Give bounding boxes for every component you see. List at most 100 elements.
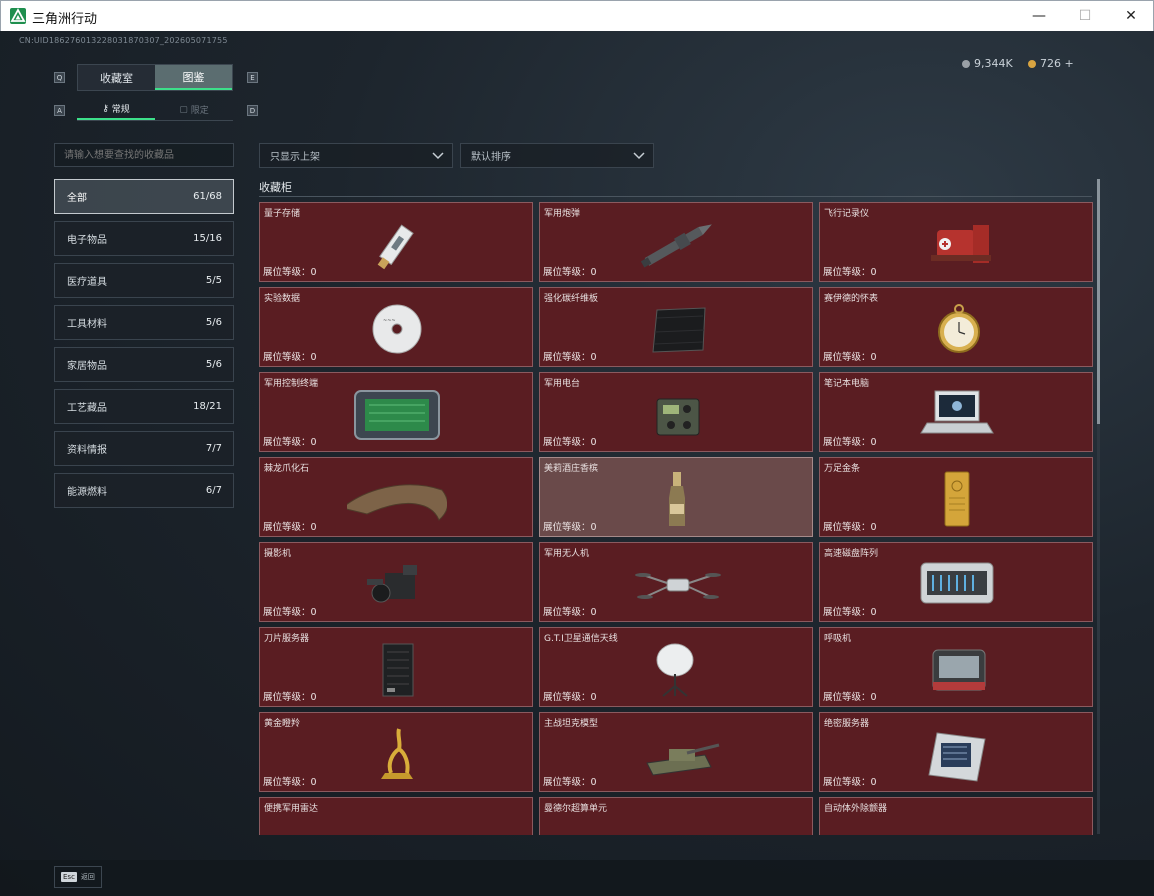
- item-level: 展位等级：0: [263, 437, 317, 448]
- category-item[interactable]: 资料情报 7/7: [54, 431, 234, 466]
- category-label: 电子物品: [67, 235, 107, 246]
- collection-item-card[interactable]: 赛伊德的怀表 展位等级：0: [819, 287, 1093, 367]
- collection-item-card[interactable]: 军用电台 展位等级：0: [539, 372, 813, 452]
- item-level: 展位等级：0: [263, 352, 317, 363]
- collection-item-card[interactable]: 军用炮弹 展位等级：0: [539, 202, 813, 282]
- collection-item-card[interactable]: 笔记本电脑展位等级：0: [819, 372, 1093, 452]
- currency-gold-value: 726 +: [1040, 57, 1074, 70]
- category-item[interactable]: 工具材料 5/6: [54, 305, 234, 340]
- category-item[interactable]: 家居物品 5/6: [54, 347, 234, 382]
- radar-icon: [347, 808, 447, 835]
- compute-unit-icon: [627, 808, 727, 835]
- defibrillator-icon: [907, 808, 1007, 835]
- disk-array-icon: [920, 562, 994, 604]
- claw-fossil-icon: [347, 484, 447, 521]
- collection-item-card[interactable]: 绝密服务器 展位等级：0: [819, 712, 1093, 792]
- key-d-hint[interactable]: D: [247, 105, 258, 116]
- item-name: 赛伊德的怀表: [824, 294, 879, 304]
- item-name: 刀片服务器: [264, 634, 310, 644]
- subtab-limited[interactable]: ▢ 限定: [155, 99, 233, 120]
- category-item[interactable]: 电子物品 15/16: [54, 221, 234, 256]
- item-level: 展位等级：0: [823, 692, 877, 703]
- key-e-hint[interactable]: E: [247, 72, 258, 83]
- item-name: 军用控制终端: [264, 379, 319, 389]
- maximize-button[interactable]: ☐: [1062, 1, 1108, 31]
- category-item[interactable]: 医疗道具 5/5: [54, 263, 234, 298]
- gold-gazelle-icon: [381, 728, 413, 779]
- collection-item-card[interactable]: 黄金瞪羚 展位等级：0: [259, 712, 533, 792]
- display-filter-dropdown[interactable]: 只显示上架: [259, 143, 453, 168]
- category-count: 7/7: [205, 443, 222, 454]
- disc-icon: ~~~: [372, 304, 422, 354]
- sort-value: 默认排序: [471, 152, 511, 163]
- collection-item-card[interactable]: 刀片服务器展位等级：0: [259, 627, 533, 707]
- category-label: 全部: [67, 193, 87, 204]
- collection-item-card[interactable]: 军用无人机 展位等级：0: [539, 542, 813, 622]
- item-name: 主战坦克模型: [544, 719, 599, 729]
- item-level: 展位等级：0: [263, 692, 317, 703]
- item-level: 展位等级：0: [263, 607, 317, 618]
- tab-collection-room[interactable]: 收藏室: [78, 65, 155, 90]
- item-name: G.T.I卫星通信天线: [544, 634, 618, 644]
- item-level: 展位等级：0: [263, 522, 317, 533]
- chevron-down-icon: [633, 152, 645, 160]
- search-input[interactable]: [54, 143, 234, 167]
- window-title: 三角洲行动: [32, 12, 98, 27]
- collection-item-card[interactable]: 摄影机展位等级：0: [259, 542, 533, 622]
- close-button[interactable]: ✕: [1108, 1, 1154, 31]
- drone-icon: [635, 573, 721, 599]
- currency-gold[interactable]: 726 +: [1028, 57, 1074, 70]
- gold-coin-icon: [1028, 59, 1036, 68]
- collection-grid: 量子存储 展位等级：0 军用炮弹 展位等级：0 飞行记录仪 展位等级：0 实验数据 ~~~ 展位…: [259, 202, 1093, 835]
- scrollbar-thumb[interactable]: [1097, 179, 1100, 424]
- flight-recorder-icon: [931, 225, 991, 263]
- section-title: 收藏柜: [259, 181, 292, 194]
- category-item[interactable]: 全部 61/68: [54, 179, 234, 214]
- collection-item-card[interactable]: 万足金条 展位等级：0: [819, 457, 1093, 537]
- collection-item-card[interactable]: 便携军用雷达展位等级：0: [259, 797, 533, 835]
- category-label: 医疗道具: [67, 277, 107, 288]
- key-a-hint[interactable]: A: [54, 105, 65, 116]
- collection-item-card[interactable]: G.T.I卫星通信天线 展位等级：0: [539, 627, 813, 707]
- collection-item-card[interactable]: 主战坦克模型 展位等级：0: [539, 712, 813, 792]
- key-q-hint[interactable]: Q: [54, 72, 65, 83]
- subtab-regular[interactable]: ⚷ 常规: [77, 99, 155, 120]
- collection-item-card[interactable]: 量子存储 展位等级：0: [259, 202, 533, 282]
- collection-item-card[interactable]: 美莉酒庄香槟 展位等级：0: [539, 457, 813, 537]
- collection-item-card[interactable]: 棘龙爪化石 展位等级：0: [259, 457, 533, 537]
- item-name: 军用电台: [544, 379, 581, 389]
- game-viewport: CN:UID18627601322803187030​7_20260507175…: [0, 31, 1154, 896]
- radio-icon: [656, 398, 700, 436]
- category-label: 能源燃料: [67, 487, 107, 498]
- satellite-dish-icon: [656, 643, 694, 697]
- minimize-button[interactable]: —: [1016, 1, 1062, 31]
- item-level: 展位等级：0: [823, 352, 877, 363]
- collection-item-card[interactable]: 飞行记录仪 展位等级：0: [819, 202, 1093, 282]
- item-level: 展位等级：0: [823, 522, 877, 533]
- category-count: 6/7: [205, 485, 222, 496]
- item-name: 军用炮弹: [544, 209, 581, 219]
- tab-encyclopedia[interactable]: 图鉴: [155, 65, 232, 90]
- app-logo-icon: [10, 8, 26, 24]
- item-name: 军用无人机: [544, 549, 590, 559]
- item-level: 展位等级：0: [823, 437, 877, 448]
- currency-coins: 9,344K: [962, 57, 1013, 70]
- item-name: 笔记本电脑: [824, 379, 870, 389]
- back-button[interactable]: Esc 返回: [54, 866, 102, 888]
- collection-item-card[interactable]: 强化碳纤维板 展位等级：0: [539, 287, 813, 367]
- sort-dropdown[interactable]: 默认排序: [460, 143, 654, 168]
- item-name: 摄影机: [264, 549, 292, 559]
- esc-key-label: Esc: [61, 872, 77, 882]
- secret-server-icon: [928, 732, 986, 782]
- collection-item-card[interactable]: 实验数据 ~~~ 展位等级：0: [259, 287, 533, 367]
- subtab-limited-label: 限定: [190, 106, 209, 116]
- category-label: 工艺藏品: [67, 403, 107, 414]
- bottom-bar: [0, 860, 1154, 896]
- category-item[interactable]: 工艺藏品 18/21: [54, 389, 234, 424]
- collection-item-card[interactable]: 呼吸机 展位等级：0: [819, 627, 1093, 707]
- collection-item-card[interactable]: 军用控制终端 展位等级：0: [259, 372, 533, 452]
- category-item[interactable]: 能源燃料 6/7: [54, 473, 234, 508]
- collection-item-card[interactable]: 高速磁盘阵列 展位等级：0: [819, 542, 1093, 622]
- collection-item-card[interactable]: 曼德尔超算单元展位等级：0: [539, 797, 813, 835]
- collection-item-card[interactable]: 自动体外除颤器展位等级：0: [819, 797, 1093, 835]
